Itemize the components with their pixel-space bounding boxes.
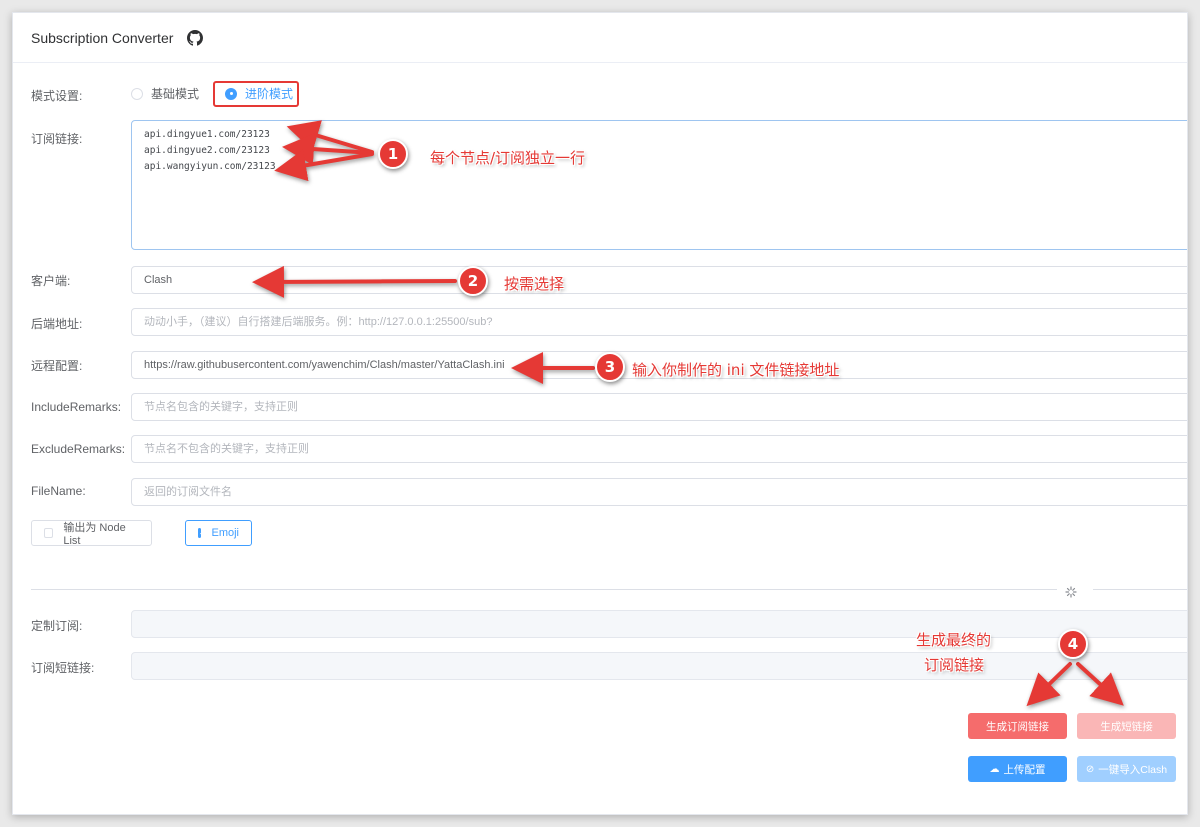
filename-label: FileName: <box>31 484 86 498</box>
import-clash-button[interactable]: ⊘ 一键导入Clash <box>1077 756 1176 782</box>
link-icon: ⊘ <box>1085 763 1095 775</box>
emoji-label: Emoji <box>211 527 239 539</box>
exclude-remarks-label: ExcludeRemarks: <box>31 442 126 456</box>
backend-label: 后端地址: <box>31 317 83 331</box>
github-icon[interactable] <box>187 29 204 46</box>
short-link-output[interactable] <box>131 652 1187 680</box>
generate-subscription-label: 生成订阅链接 <box>986 720 1049 733</box>
include-remarks-input[interactable]: 节点名包含的关键字，支持正则 <box>131 393 1187 421</box>
advanced-mode-highlight <box>213 81 299 107</box>
custom-sub-output[interactable] <box>131 610 1187 638</box>
subscription-label: 订阅链接: <box>31 132 83 146</box>
client-select[interactable]: Clash <box>131 266 1187 294</box>
subscription-line: api.dingyue2.com/23123 <box>144 145 270 156</box>
short-link-label: 订阅短链接: <box>31 661 95 675</box>
client-label: 客户端: <box>31 274 71 288</box>
custom-sub-label: 定制订阅: <box>31 619 83 633</box>
exclude-remarks-input[interactable]: 节点名不包含的关键字，支持正则 <box>131 435 1187 463</box>
radio-basic-label: 基础模式 <box>151 87 200 101</box>
generate-short-link-label: 生成短链接 <box>1100 720 1153 733</box>
divider-right <box>1093 589 1187 590</box>
page-title: Subscription Converter <box>31 29 174 46</box>
subscription-line: api.wangyiyun.com/23123 <box>144 161 276 172</box>
subscription-line: api.dingyue1.com/23123 <box>144 129 270 140</box>
node-list-box <box>44 528 54 538</box>
upload-config-button[interactable]: ☁ 上传配置 <box>968 756 1067 782</box>
mode-label: 模式设置: <box>31 89 83 103</box>
generate-subscription-button[interactable]: 生成订阅链接 <box>968 713 1067 739</box>
emoji-box <box>198 528 202 538</box>
upload-config-label: 上传配置 <box>1003 763 1046 776</box>
generate-short-link-button[interactable]: 生成短链接 <box>1077 713 1176 739</box>
divider-left <box>31 589 1057 590</box>
subscription-textarea[interactable]: api.dingyue1.com/23123 api.dingyue2.com/… <box>131 120 1187 250</box>
backend-input[interactable]: 动动小手，（建议）自行搭建后端服务。例：http://127.0.0.1:255… <box>131 308 1187 336</box>
cloud-upload-icon: ☁ <box>989 763 1000 775</box>
include-remarks-label: IncludeRemarks: <box>31 400 122 414</box>
node-list-checkbox[interactable]: 输出为 Node List <box>31 520 152 547</box>
emoji-checkbox[interactable]: Emoji <box>185 520 252 546</box>
spinner-icon <box>1065 583 1077 598</box>
radio-circle-basic <box>131 87 143 100</box>
filename-input[interactable]: 返回的订阅文件名 <box>131 478 1187 506</box>
node-list-label: 输出为 Node List <box>63 522 126 547</box>
card-header: Subscription Converter <box>13 13 1187 63</box>
import-clash-label: 一键导入Clash <box>1098 763 1168 776</box>
converter-card: Subscription Converter 模式设置: 基础模式 进阶模式 订… <box>12 12 1188 815</box>
remote-config-input[interactable]: https://raw.githubusercontent.com/yawenc… <box>131 351 1187 379</box>
radio-basic-mode[interactable]: 基础模式 <box>131 85 199 102</box>
remote-config-label: 远程配置: <box>31 359 83 373</box>
